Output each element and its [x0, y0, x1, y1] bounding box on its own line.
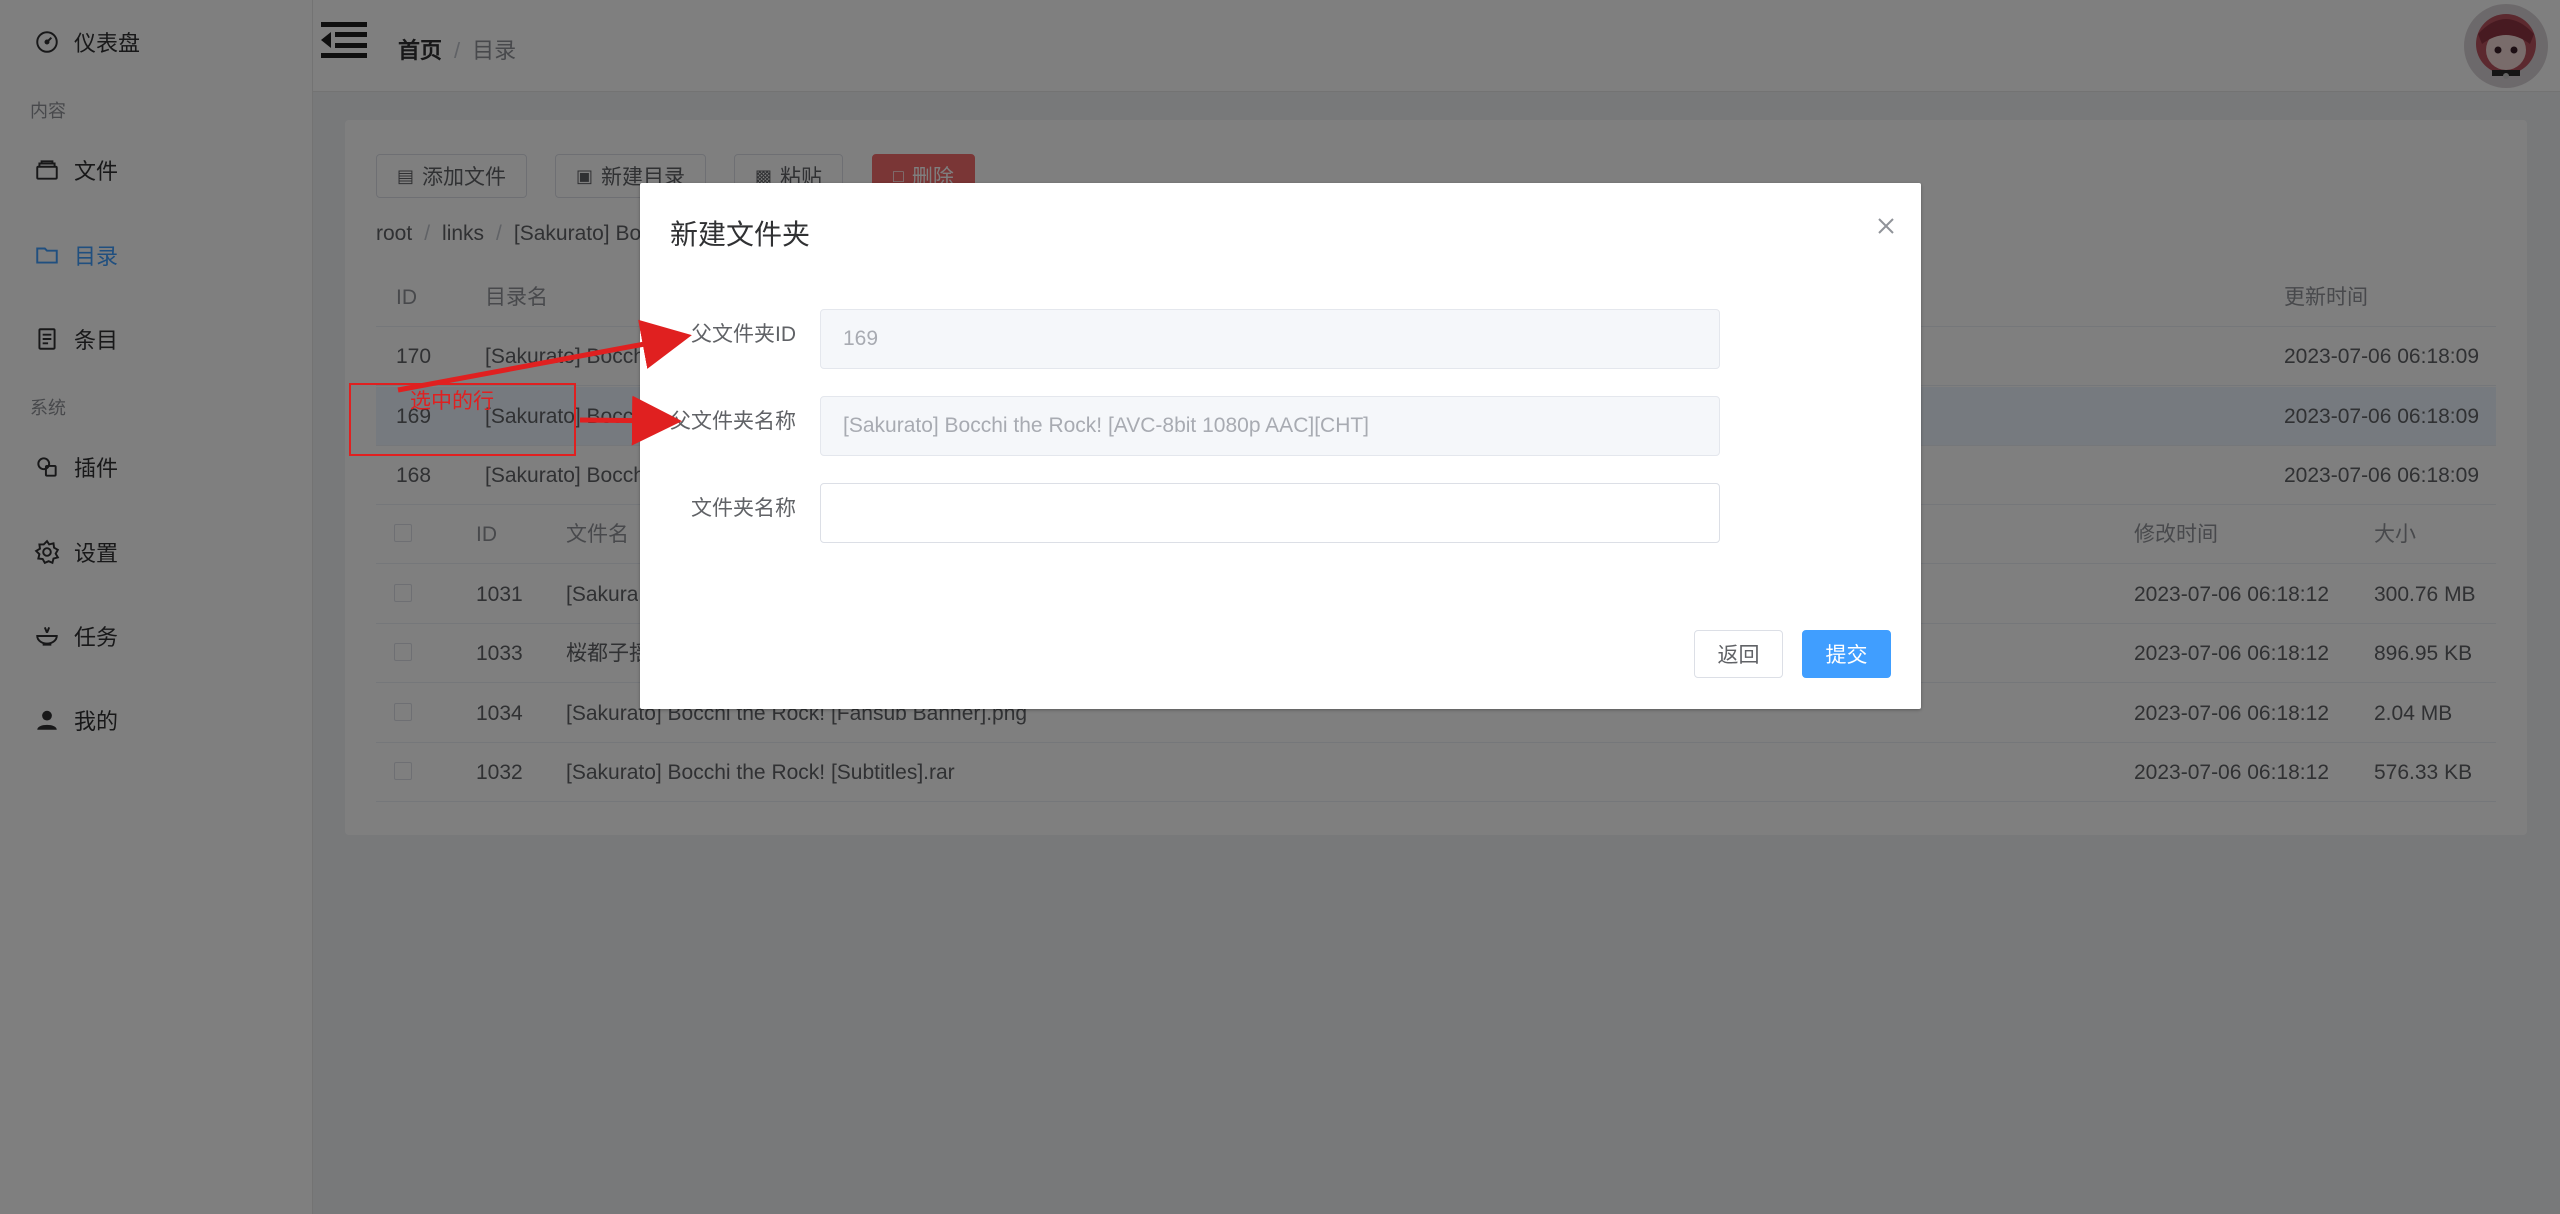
parent-name-label: 父文件夹名称 — [670, 410, 796, 433]
close-icon[interactable] — [1873, 213, 1899, 239]
new-folder-dialog: 新建文件夹 父文件夹ID 父文件夹名称 文件夹名称 返回 提交 — [640, 183, 1921, 709]
submit-button[interactable]: 提交 — [1802, 630, 1891, 678]
back-button[interactable]: 返回 — [1694, 630, 1783, 678]
parent-id-field — [820, 309, 1720, 369]
folder-name-label: 文件夹名称 — [691, 497, 796, 520]
folder-name-field[interactable] — [820, 483, 1720, 543]
annotation-label: 选中的行 — [410, 390, 494, 413]
parent-id-label: 父文件夹ID — [691, 323, 796, 346]
parent-name-field — [820, 396, 1720, 456]
dialog-title: 新建文件夹 — [670, 219, 811, 250]
